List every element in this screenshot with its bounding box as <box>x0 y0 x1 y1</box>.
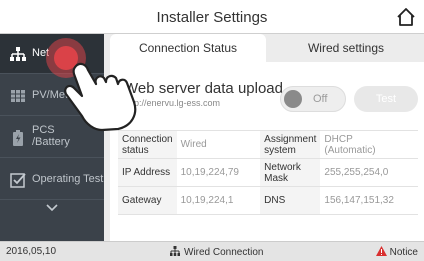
sidebar: Net PV/Meter PCS /Battery Operating Test <box>0 34 104 241</box>
table-key: DNS <box>260 186 321 215</box>
status-date: 2016,05,10 <box>6 246 57 257</box>
table-key: IP Address <box>118 158 177 187</box>
table-row: Gateway 10,19,224,1 DNS 156,147,151,32 <box>118 186 418 215</box>
upload-label: Web server data upload <box>124 80 283 97</box>
key-line2: system <box>264 144 296 156</box>
sidebar-item-pv-meter[interactable]: PV/Meter <box>0 76 104 116</box>
grid-icon <box>11 90 25 102</box>
table-key: Network Mask <box>260 158 321 187</box>
table-key: Assignment system <box>260 130 321 159</box>
home-icon[interactable] <box>396 7 416 27</box>
connection-status: Wired Connection <box>170 246 263 258</box>
battery-icon <box>13 130 23 146</box>
table-key: Connection status <box>118 130 177 159</box>
table-key: Gateway <box>118 186 177 215</box>
status-table: Connection status Wired Assignment system … <box>118 130 418 215</box>
checkbox-icon <box>10 173 26 188</box>
network-icon <box>10 47 26 61</box>
table-value: 255,255,254,0 <box>320 158 418 187</box>
warning-icon <box>375 246 387 256</box>
value-line2: (Automatic) <box>324 144 376 156</box>
key-line1: Connection <box>122 133 173 145</box>
sidebar-item-label: Net <box>32 47 50 59</box>
sidebar-item-label-line2: /Battery <box>32 136 70 148</box>
table-value: 10,19,224,79 <box>176 158 261 187</box>
tab-connection-status[interactable]: Connection Status <box>110 34 266 62</box>
sidebar-item-label: PV/Meter <box>32 89 78 101</box>
key-line2: status <box>122 144 149 156</box>
page-title: Installer Settings <box>156 9 268 26</box>
status-bar: 2016,05,10 Wired Connection Notice <box>0 241 424 261</box>
key-line1: Assignment <box>264 133 317 145</box>
network-icon <box>170 246 180 256</box>
toggle-state: Off <box>313 93 328 105</box>
table-row: IP Address 10,19,224,79 Network Mask 255… <box>118 158 418 187</box>
sidebar-item-label-line1: PCS <box>32 124 55 136</box>
value-line1: DHCP <box>324 133 353 145</box>
toggle-knob <box>284 90 302 108</box>
sidebar-item-network[interactable]: Net <box>0 34 104 74</box>
main-content: Connection Status Wired settings Web ser… <box>104 34 424 241</box>
title-bar: Installer Settings <box>0 0 424 34</box>
table-value: Wired <box>176 130 261 159</box>
table-value: 10,19,224,1 <box>176 186 261 215</box>
tab-wired-settings[interactable]: Wired settings <box>270 34 422 62</box>
sidebar-item-label: Operating Test <box>32 173 104 185</box>
connection-label: Wired Connection <box>184 247 264 258</box>
sidebar-item-label: PCS /Battery <box>32 124 70 148</box>
notice-button[interactable]: Notice <box>375 246 418 258</box>
upload-toggle[interactable]: Off <box>280 86 346 112</box>
table-value: 156,147,151,32 <box>320 186 418 215</box>
notice-label: Notice <box>389 247 418 258</box>
test-button[interactable]: Test <box>354 86 418 112</box>
connection-status-panel: Web server data upload http://enervu.lg-… <box>110 62 424 241</box>
upload-url: http://enervu.lg-ess.com <box>124 98 221 108</box>
table-row: Connection status Wired Assignment system … <box>118 130 418 159</box>
chevron-down-icon[interactable] <box>0 198 104 218</box>
sidebar-item-operating-test[interactable]: Operating Test <box>0 160 104 200</box>
table-value: DHCP (Automatic) <box>320 130 418 159</box>
sidebar-item-pcs-battery[interactable]: PCS /Battery <box>0 118 104 158</box>
